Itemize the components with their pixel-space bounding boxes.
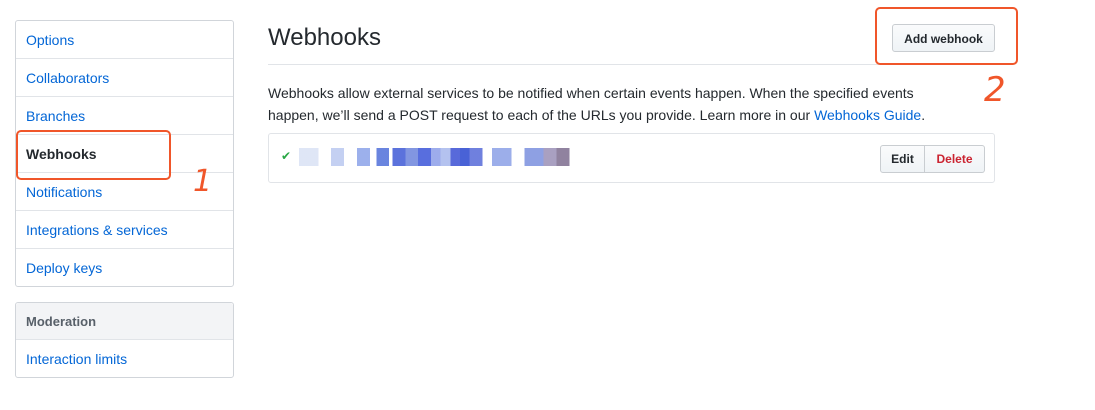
moderation-sidebar-menu: Moderation Interaction limits bbox=[15, 302, 234, 378]
moderation-heading: Moderation bbox=[16, 303, 233, 340]
sidebar-item-interaction-limits[interactable]: Interaction limits bbox=[16, 340, 233, 378]
webhook-actions: Edit Delete bbox=[880, 145, 985, 173]
sidebar-item-options[interactable]: Options bbox=[16, 21, 233, 59]
redacted-webhook-url[interactable] bbox=[299, 148, 621, 166]
sidebar-item-integrations-services[interactable]: Integrations & services bbox=[16, 211, 233, 249]
webhooks-description: Webhooks allow external services to be n… bbox=[268, 82, 968, 126]
description-end: . bbox=[921, 107, 926, 123]
sidebar-item-webhooks[interactable]: Webhooks bbox=[16, 135, 233, 173]
delete-webhook-button[interactable]: Delete bbox=[925, 145, 985, 173]
header-divider bbox=[268, 64, 995, 65]
page-title: Webhooks bbox=[268, 24, 381, 51]
sidebar-item-deploy-keys[interactable]: Deploy keys bbox=[16, 249, 233, 287]
webhooks-guide-link[interactable]: Webhooks Guide bbox=[814, 107, 921, 123]
add-webhook-button[interactable]: Add webhook bbox=[892, 24, 995, 52]
settings-sidebar-menu: Options Collaborators Branches Webhooks … bbox=[15, 20, 234, 287]
webhook-row: ✔ Edit Delete bbox=[268, 133, 995, 183]
annotation-number-2: 2 bbox=[984, 70, 1006, 110]
sidebar-item-notifications[interactable]: Notifications bbox=[16, 173, 233, 211]
sidebar-item-branches[interactable]: Branches bbox=[16, 97, 233, 135]
check-icon: ✔ bbox=[281, 149, 292, 163]
edit-webhook-button[interactable]: Edit bbox=[880, 145, 925, 173]
sidebar-item-collaborators[interactable]: Collaborators bbox=[16, 59, 233, 97]
